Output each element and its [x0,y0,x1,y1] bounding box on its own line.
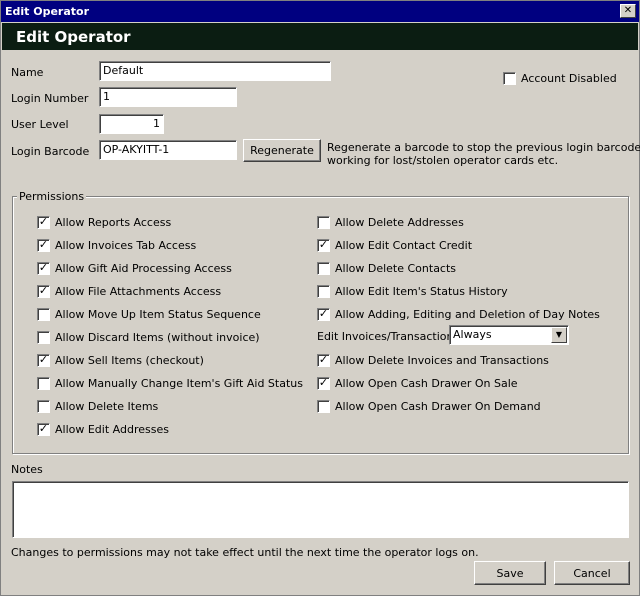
perm-cash-drawer-demand[interactable]: Allow Open Cash Drawer On Demand [317,400,541,413]
perm-label: Allow Open Cash Drawer On Demand [335,400,541,413]
checkbox-box [503,72,516,85]
name-input[interactable]: Default [99,61,331,81]
perm-delete-contacts[interactable]: Allow Delete Contacts [317,262,456,275]
perm-delete-invoices[interactable]: ✓ Allow Delete Invoices and Transactions [317,354,549,367]
perm-label: Allow Adding, Editing and Deletion of Da… [335,308,600,321]
perm-edit-status-history[interactable]: Allow Edit Item's Status History [317,285,508,298]
title-bar: Edit Operator ✕ [1,1,639,22]
perm-label: Allow Manually Change Item's Gift Aid St… [55,377,303,390]
perm-label: Allow File Attachments Access [55,285,222,298]
perm-invoices-tab-access[interactable]: ✓ Allow Invoices Tab Access [37,239,196,252]
perm-label: Allow Delete Addresses [335,216,464,229]
checkbox-box: ✓ [37,284,50,298]
account-disabled-checkbox[interactable]: Account Disabled [503,72,617,85]
perm-label: Allow Move Up Item Status Sequence [55,308,261,321]
checkbox-box [317,285,330,298]
perm-delete-addresses[interactable]: Allow Delete Addresses [317,216,464,229]
perm-label: Allow Open Cash Drawer On Sale [335,377,518,390]
checkbox-box: ✓ [37,353,50,367]
perm-label: Allow Edit Addresses [55,423,169,436]
perm-label: Allow Gift Aid Processing Access [55,262,232,275]
user-level-label: User Level [11,118,69,131]
checkbox-box: ✓ [317,376,330,390]
save-button[interactable]: Save [474,561,546,585]
checkbox-box: ✓ [37,238,50,252]
regenerate-hint-line2: working for lost/stolen operator cards e… [327,154,559,167]
permissions-title: Permissions [17,190,87,203]
perm-move-up-status[interactable]: Allow Move Up Item Status Sequence [37,308,261,321]
perm-label: Allow Sell Items (checkout) [55,354,204,367]
perm-file-attachments[interactable]: ✓ Allow File Attachments Access [37,285,221,298]
account-disabled-label: Account Disabled [521,72,617,85]
edit-invoices-label: Edit Invoices/Transactions [317,330,460,343]
user-level-input[interactable]: 1 [99,114,164,134]
perm-reports-access[interactable]: ✓ Allow Reports Access [37,216,171,229]
perm-edit-addresses[interactable]: ✓ Allow Edit Addresses [37,423,169,436]
perm-label: Allow Invoices Tab Access [55,239,197,252]
regenerate-button[interactable]: Regenerate [243,139,321,162]
checkbox-box [317,400,330,413]
cancel-button[interactable]: Cancel [554,561,630,585]
perm-label: Allow Edit Item's Status History [335,285,508,298]
checkbox-box: ✓ [37,422,50,436]
perm-gift-aid-processing[interactable]: ✓ Allow Gift Aid Processing Access [37,262,232,275]
page-title: Edit Operator [2,23,638,50]
checkbox-box [317,262,330,275]
checkbox-box: ✓ [317,353,330,367]
login-barcode-label: Login Barcode [11,145,90,158]
name-label: Name [11,66,44,79]
perm-label: Allow Discard Items (without invoice) [55,331,260,344]
footer-message: Changes to permissions may not take effe… [11,546,479,559]
chevron-down-icon[interactable]: ▼ [551,327,567,343]
login-number-input[interactable]: 1 [99,87,237,107]
checkbox-box: ✓ [317,238,330,252]
checkbox-box: ✓ [37,215,50,229]
checkbox-box [37,331,50,344]
checkbox-box [37,400,50,413]
perm-label: Allow Delete Items [55,400,159,413]
perm-label: Allow Delete Invoices and Transactions [335,354,549,367]
login-number-label: Login Number [11,92,89,105]
perm-delete-items[interactable]: Allow Delete Items [37,400,158,413]
notes-textarea[interactable] [12,481,629,538]
perm-discard-items[interactable]: Allow Discard Items (without invoice) [37,331,260,344]
perm-edit-contact-credit[interactable]: ✓ Allow Edit Contact Credit [317,239,472,252]
perm-label: Allow Reports Access [55,216,172,229]
checkbox-box: ✓ [317,307,330,321]
checkbox-box [37,308,50,321]
checkbox-box: ✓ [37,261,50,275]
window-title: Edit Operator [5,5,90,18]
notes-label: Notes [11,463,43,476]
perm-sell-items[interactable]: ✓ Allow Sell Items (checkout) [37,354,204,367]
perm-label: Allow Edit Contact Credit [335,239,473,252]
checkbox-box [37,377,50,390]
perm-gift-aid-status[interactable]: Allow Manually Change Item's Gift Aid St… [37,377,303,390]
checkbox-box [317,216,330,229]
edit-operator-window: Edit Operator ✕ Edit Operator Name Defau… [0,0,640,596]
perm-label: Allow Delete Contacts [335,262,457,275]
regenerate-hint-line1: Regenerate a barcode to stop the previou… [327,141,640,154]
edit-invoices-select[interactable]: Always ▼ [449,325,569,345]
perm-cash-drawer-sale[interactable]: ✓ Allow Open Cash Drawer On Sale [317,377,518,390]
close-icon[interactable]: ✕ [620,4,636,18]
edit-invoices-value: Always [453,328,492,341]
perm-day-notes[interactable]: ✓ Allow Adding, Editing and Deletion of D… [317,308,600,321]
login-barcode-input[interactable]: OP-AKYITT-1 [99,140,237,160]
